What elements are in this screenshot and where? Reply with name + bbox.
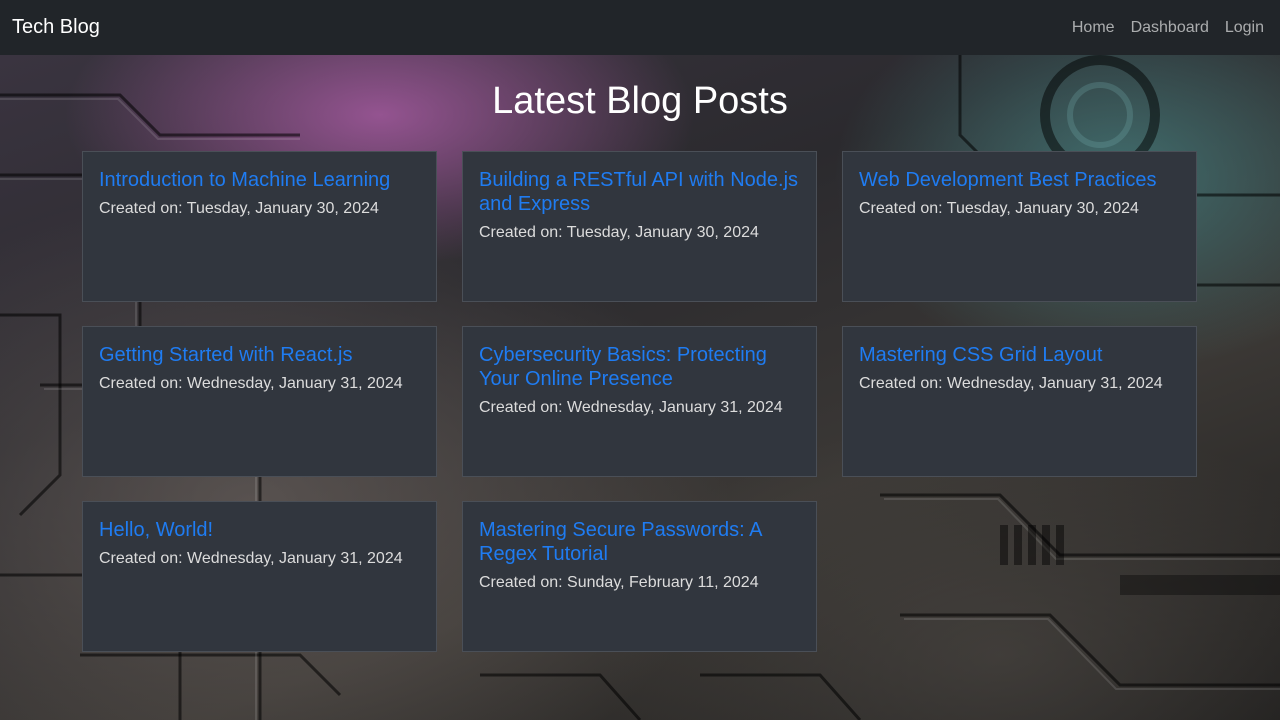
post-card: Building a RESTful API with Node.js and … xyxy=(462,151,817,302)
post-card: Cybersecurity Basics: Protecting Your On… xyxy=(462,326,817,477)
nav-link-home[interactable]: Home xyxy=(1064,19,1123,37)
post-title-link[interactable]: Web Development Best Practices xyxy=(859,168,1180,192)
post-title-link[interactable]: Cybersecurity Basics: Protecting Your On… xyxy=(479,343,800,391)
post-date: Created on: Sunday, February 11, 2024 xyxy=(479,574,759,591)
post-card: Hello, World! Created on: Wednesday, Jan… xyxy=(82,501,437,652)
post-card: Web Development Best Practices Created o… xyxy=(842,151,1197,302)
post-title-link[interactable]: Hello, World! xyxy=(99,518,420,542)
nav-link-login[interactable]: Login xyxy=(1217,19,1268,37)
post-date: Created on: Tuesday, January 30, 2024 xyxy=(99,200,379,217)
post-title-link[interactable]: Introduction to Machine Learning xyxy=(99,168,420,192)
post-date: Created on: Wednesday, January 31, 2024 xyxy=(99,375,403,392)
post-date: Created on: Tuesday, January 30, 2024 xyxy=(859,200,1139,217)
page-title: Latest Blog Posts xyxy=(492,80,788,122)
post-title-link[interactable]: Mastering CSS Grid Layout xyxy=(859,343,1180,367)
post-date: Created on: Wednesday, January 31, 2024 xyxy=(859,375,1163,392)
post-date: Created on: Tuesday, January 30, 2024 xyxy=(479,224,759,241)
post-date: Created on: Wednesday, January 31, 2024 xyxy=(479,399,783,416)
post-grid: Introduction to Machine Learning Created… xyxy=(82,151,1197,652)
post-card: Introduction to Machine Learning Created… xyxy=(82,151,437,302)
post-title-link[interactable]: Building a RESTful API with Node.js and … xyxy=(479,168,800,216)
post-date: Created on: Wednesday, January 31, 2024 xyxy=(99,550,403,567)
post-title-link[interactable]: Mastering Secure Passwords: A Regex Tuto… xyxy=(479,518,800,566)
nav-link-dashboard[interactable]: Dashboard xyxy=(1123,19,1217,37)
post-card: Mastering Secure Passwords: A Regex Tuto… xyxy=(462,501,817,652)
post-title-link[interactable]: Getting Started with React.js xyxy=(99,343,420,367)
top-navbar: Tech Blog Home Dashboard Login xyxy=(0,0,1280,55)
post-card: Mastering CSS Grid Layout Created on: We… xyxy=(842,326,1197,477)
brand-logo-text[interactable]: Tech Blog xyxy=(12,16,100,39)
post-card: Getting Started with React.js Created on… xyxy=(82,326,437,477)
nav-links: Home Dashboard Login xyxy=(1064,19,1268,37)
